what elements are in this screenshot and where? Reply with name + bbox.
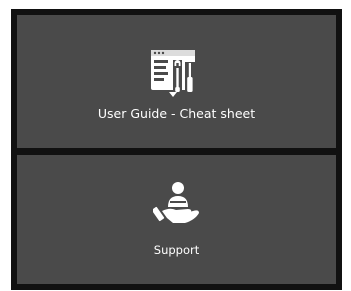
menu-panel: User Guide - Cheat sheet Support bbox=[11, 9, 342, 290]
support-label: Support bbox=[153, 243, 200, 257]
user-guide-label: User Guide - Cheat sheet bbox=[97, 106, 256, 121]
support-tile[interactable]: Support bbox=[17, 155, 336, 284]
user-guide-tile[interactable]: User Guide - Cheat sheet bbox=[17, 15, 336, 148]
hand-person-support-icon bbox=[152, 182, 199, 223]
tools-document-icon bbox=[150, 50, 195, 97]
